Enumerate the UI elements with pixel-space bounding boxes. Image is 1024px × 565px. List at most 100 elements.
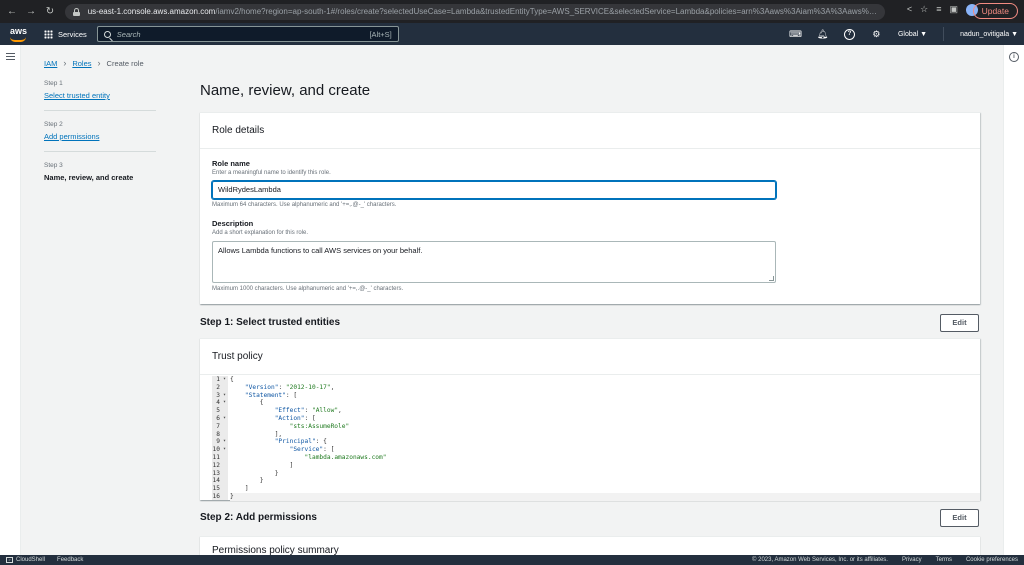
line-number-gutter: 1 2 3 4 5 6 7 8 9 10 11 12 13 14 15 16 xyxy=(212,376,228,500)
line-number: 13 xyxy=(212,469,220,477)
account-menu[interactable]: nadun_ovitigala ▼ xyxy=(960,31,1018,38)
code-line: "Service": [ xyxy=(289,446,335,454)
wizard-step-2: Step 2 Add permissions xyxy=(44,121,156,152)
line-number: 15 xyxy=(212,485,220,493)
description-field: Description Add a short explanation for … xyxy=(212,219,308,236)
line-number: 4 xyxy=(212,399,226,407)
code-line: ] xyxy=(230,485,249,493)
search-shortcut: [Alt+S] xyxy=(369,29,392,39)
cloudshell-link[interactable]: > CloudShell xyxy=(6,557,45,563)
description-hint: Maximum 1000 characters. Use alphanumeri… xyxy=(212,286,404,292)
privacy-link[interactable]: Privacy xyxy=(902,557,922,563)
code-line: ] xyxy=(230,461,294,469)
nav-divider xyxy=(943,27,945,41)
line-number: 2 xyxy=(216,383,220,391)
role-name-field: Role name Enter a meaningful name to ide… xyxy=(212,159,331,176)
step-link-add-permissions[interactable]: Add permissions xyxy=(44,132,99,141)
chevron-right-icon: › xyxy=(97,58,101,68)
menu-hamburger-icon[interactable] xyxy=(6,53,15,60)
trust-policy-code[interactable]: 1 2 3 4 5 6 7 8 9 10 11 12 13 14 15 16 {… xyxy=(212,376,980,501)
line-number: 7 xyxy=(216,422,220,430)
left-nav-strip xyxy=(0,45,21,555)
role-name-description: Enter a meaningful name to identify this… xyxy=(212,170,331,176)
breadcrumb-current: Create role xyxy=(106,58,144,68)
line-number: 5 xyxy=(216,407,220,415)
line-number: 10 xyxy=(212,446,226,454)
code-line: } xyxy=(230,469,279,477)
forward-icon[interactable]: → xyxy=(24,5,38,19)
services-label: Services xyxy=(58,29,87,39)
wizard-step-3: Step 3 Name, review, and create xyxy=(44,162,156,192)
cloudshell-icon[interactable]: ⌨ xyxy=(789,29,802,40)
role-name-hint: Maximum 64 characters. Use alphanumeric … xyxy=(212,202,397,208)
aws-logo[interactable]: aws xyxy=(8,26,30,42)
description-value: Allows Lambda functions to call AWS serv… xyxy=(218,246,423,255)
bookmark-star-icon[interactable]: ☆ xyxy=(920,4,928,16)
code-line: ], xyxy=(230,430,283,438)
code-lines: { "Version": "2012-10-17", "Statement": … xyxy=(228,376,980,501)
code-line: } xyxy=(230,477,264,485)
code-line: "Version": "2012-10-17", xyxy=(244,383,335,391)
reload-icon[interactable]: ↻ xyxy=(43,5,57,19)
services-grid-icon xyxy=(44,29,53,39)
line-number: 12 xyxy=(212,461,220,469)
info-panel-icon[interactable]: i xyxy=(1009,52,1019,62)
cloudshell-icon: > xyxy=(6,557,13,563)
browser-actions: < ☆ ≡ ▣ xyxy=(907,4,978,16)
chevron-right-icon: › xyxy=(63,58,67,68)
line-number: 11 xyxy=(212,453,220,461)
wizard-step-1: Step 1 Select trusted entity xyxy=(44,80,156,111)
breadcrumb-iam[interactable]: IAM xyxy=(44,59,57,68)
search-placeholder: Search xyxy=(116,29,141,39)
line-number: 8 xyxy=(216,430,220,438)
cloudshell-label: CloudShell xyxy=(16,557,46,563)
role-name-label: Role name xyxy=(212,159,250,168)
code-line: "Effect": "Allow", xyxy=(274,407,342,415)
help-icon[interactable]: ? xyxy=(843,28,855,40)
code-line: { xyxy=(230,399,264,407)
code-line: { xyxy=(230,376,234,383)
console-footer: > CloudShell Feedback © 2023, Amazon Web… xyxy=(0,555,1024,565)
right-info-strip: i xyxy=(1003,45,1024,555)
address-bar[interactable]: us-east-1.console.aws.amazon.com /iamv2/… xyxy=(65,3,885,20)
settings-gear-icon[interactable]: ⚙ xyxy=(871,29,882,40)
search-icon xyxy=(103,30,111,38)
description-textarea[interactable]: Allows Lambda functions to call AWS serv… xyxy=(212,241,776,283)
step-number: Step 2 xyxy=(44,121,63,128)
step1-title: Step 1: Select trusted entities xyxy=(200,317,341,328)
cookie-preferences-link[interactable]: Cookie preferences xyxy=(966,557,1018,563)
step-number: Step 1 xyxy=(44,80,63,87)
back-icon[interactable]: ← xyxy=(5,5,19,19)
nav-right-group: ⌨ 🔔︎ ? ⚙ Global ▼ nadun_ovitigala ▼ xyxy=(789,23,1018,45)
step1-edit-button[interactable]: Edit xyxy=(940,314,979,332)
breadcrumb-roles[interactable]: Roles xyxy=(72,59,91,68)
reading-list-icon[interactable]: ≡ xyxy=(936,4,941,16)
services-menu[interactable]: Services xyxy=(44,29,87,39)
resize-grip-icon[interactable] xyxy=(769,276,774,281)
step2-title: Step 2: Add permissions xyxy=(200,512,317,523)
step2-edit-button[interactable]: Edit xyxy=(940,509,979,527)
line-number: 9 xyxy=(212,438,226,446)
browser-toolbar: ← → ↻ us-east-1.console.aws.amazon.com /… xyxy=(0,0,1024,23)
feedback-link[interactable]: Feedback xyxy=(57,557,83,563)
role-name-input[interactable]: WildRydesLambda xyxy=(212,181,776,199)
side-panel-icon[interactable]: ▣ xyxy=(949,4,958,16)
step-link-select-trusted-entity[interactable]: Select trusted entity xyxy=(44,91,110,100)
line-number: 1 xyxy=(212,376,226,384)
line-number: 16 xyxy=(212,492,220,500)
page-title: Name, review, and create xyxy=(200,82,371,99)
url-path: /iamv2/home?region=ap-south-1#/roles/cre… xyxy=(215,7,877,16)
region-selector[interactable]: Global ▼ xyxy=(898,31,927,38)
line-number: 6 xyxy=(212,415,226,423)
update-button[interactable]: Update xyxy=(972,3,1018,19)
lock-icon xyxy=(73,7,80,16)
code-line: "Principal": { xyxy=(274,438,327,446)
step-number: Step 3 xyxy=(44,162,63,169)
console-search-input[interactable]: Search [Alt+S] xyxy=(96,26,399,42)
copyright-text: © 2023, Amazon Web Services, Inc. or its… xyxy=(752,557,888,563)
notifications-bell-icon[interactable]: 🔔︎ xyxy=(817,29,828,40)
code-line: } xyxy=(230,492,980,501)
share-icon[interactable]: < xyxy=(907,4,912,16)
terms-link[interactable]: Terms xyxy=(936,557,952,563)
line-number: 3 xyxy=(212,392,226,400)
